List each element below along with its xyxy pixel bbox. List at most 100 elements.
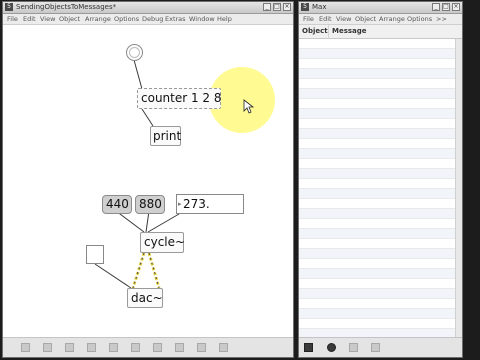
console-row (299, 139, 462, 149)
max-menu-object[interactable]: Object (355, 14, 376, 24)
max-console-toolbar (299, 337, 462, 357)
menu-edit[interactable]: Edit (23, 14, 36, 24)
menu-options[interactable]: Options (114, 14, 139, 24)
max-maximize-button[interactable]: □ (442, 3, 450, 11)
dac-object[interactable]: dac~ (127, 288, 163, 308)
max-menu-file[interactable]: File (303, 14, 314, 24)
number-box-value: 273. (183, 197, 210, 211)
number-box[interactable]: ▸ 273. (176, 194, 244, 214)
help-icon[interactable] (175, 343, 184, 352)
menu-object[interactable]: Object (59, 14, 80, 24)
info-icon[interactable] (109, 343, 118, 352)
console-row (299, 159, 462, 169)
console-row (299, 229, 462, 239)
console-rows (299, 39, 462, 338)
patcher-title: SendingObjectsToMessages* (16, 3, 117, 11)
close-button[interactable]: × (283, 3, 291, 11)
lock-icon[interactable] (21, 343, 30, 352)
console-row (299, 69, 462, 79)
max-menu-arrange[interactable]: Arrange (379, 14, 405, 24)
message-440-text: 440 (106, 197, 129, 211)
column-header-object[interactable]: Object (302, 25, 328, 38)
console-row (299, 89, 462, 99)
patcher-window: 5 SendingObjectsToMessages* _ □ × File E… (2, 1, 294, 358)
zoom-icon[interactable] (219, 343, 228, 352)
dac-object-text: dac~ (131, 291, 163, 305)
console-row (299, 319, 462, 329)
console-row (299, 219, 462, 229)
max-minimize-button[interactable]: _ (432, 3, 440, 11)
toggle[interactable] (86, 245, 104, 264)
presentation-icon[interactable] (87, 343, 96, 352)
console-row (299, 209, 462, 219)
counter-object[interactable]: counter 1 2 8 (137, 88, 222, 109)
new-object-icon[interactable] (43, 343, 52, 352)
patcher-titlebar[interactable]: 5 SendingObjectsToMessages* _ □ × (3, 2, 293, 14)
grid-icon[interactable] (65, 343, 74, 352)
print-object[interactable]: print (150, 126, 181, 146)
menu-debug[interactable]: Debug (142, 14, 163, 24)
console-row (299, 109, 462, 119)
menu-window[interactable]: Window (189, 14, 215, 24)
clear-icon[interactable] (304, 343, 313, 352)
max-menu-more[interactable]: >> (436, 14, 447, 24)
patcher-canvas[interactable]: counter 1 2 8 print 440 880 ▸ 273. cycle… (3, 25, 293, 338)
console-scrollbar[interactable] (455, 39, 462, 338)
message-box-880[interactable]: 880 (135, 195, 165, 214)
menu-help[interactable]: Help (217, 14, 232, 24)
audio-icon[interactable] (197, 343, 206, 352)
console-row (299, 99, 462, 109)
minimize-button[interactable]: _ (263, 3, 271, 11)
max-close-button[interactable]: × (452, 3, 460, 11)
max-app-icon: 5 (5, 3, 13, 11)
inspector-icon[interactable] (131, 343, 140, 352)
console-row (299, 289, 462, 299)
max-console-app-icon: 5 (301, 3, 309, 11)
console-info-icon[interactable] (349, 343, 358, 352)
menu-extras[interactable]: Extras (165, 14, 186, 24)
patcher-toolbar (3, 337, 293, 357)
bang-inner (129, 47, 140, 58)
max-menubar: File Edit View Object Arrange Options >> (299, 14, 462, 25)
console-row (299, 149, 462, 159)
console-row (299, 299, 462, 309)
console-row (299, 309, 462, 319)
cycle-object-text: cycle~ (144, 235, 186, 249)
console-row (299, 259, 462, 269)
clue-icon[interactable] (153, 343, 162, 352)
print-object-text: print (153, 129, 182, 143)
max-console-window: 5 Max _ □ × File Edit View Object Arrang… (298, 1, 463, 358)
patcher-menubar: File Edit View Object Arrange Options De… (3, 14, 293, 25)
console-row (299, 269, 462, 279)
stop-icon[interactable] (327, 343, 336, 352)
max-titlebar[interactable]: 5 Max _ □ × (299, 2, 462, 14)
max-menu-edit[interactable]: Edit (319, 14, 332, 24)
maximize-button[interactable]: □ (273, 3, 281, 11)
menu-view[interactable]: View (40, 14, 55, 24)
filter-icon[interactable] (371, 343, 380, 352)
console-row (299, 119, 462, 129)
bang-button[interactable] (126, 44, 143, 61)
menu-file[interactable]: File (7, 14, 18, 24)
column-header-message[interactable]: Message (332, 25, 367, 38)
console-row (299, 49, 462, 59)
max-menu-view[interactable]: View (336, 14, 351, 24)
console-row (299, 169, 462, 179)
console-row (299, 279, 462, 289)
console-table-header: Object Message (299, 25, 462, 39)
console-row (299, 179, 462, 189)
console-row (299, 129, 462, 139)
max-console-title: Max (312, 3, 327, 11)
console-row (299, 239, 462, 249)
console-row (299, 189, 462, 199)
console-row (299, 199, 462, 209)
number-box-arrow-icon: ▸ (178, 200, 182, 208)
message-box-440[interactable]: 440 (102, 195, 132, 214)
console-row (299, 59, 462, 69)
cycle-object[interactable]: cycle~ (140, 232, 186, 253)
menu-arrange[interactable]: Arrange (85, 14, 111, 24)
console-row (299, 249, 462, 259)
max-menu-options[interactable]: Options (407, 14, 432, 24)
counter-object-text: counter 1 2 8 (141, 91, 222, 105)
console-row (299, 39, 462, 49)
